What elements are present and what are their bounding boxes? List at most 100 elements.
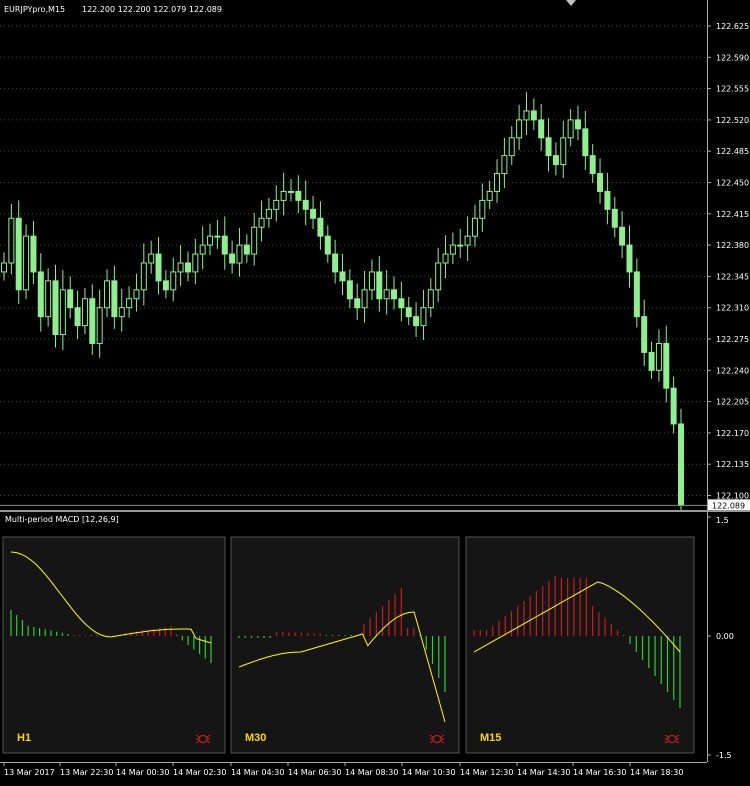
macd-panel-label: M30 <box>245 732 266 744</box>
candle-body <box>111 280 118 318</box>
candle-body <box>494 173 501 192</box>
candle-body <box>324 235 331 255</box>
price-tick-label: 122.345 <box>716 272 749 281</box>
candle-body <box>155 253 162 282</box>
candle-body <box>229 253 236 264</box>
chart-ohlc-values: 122.200 122.200 122.079 122.089 <box>82 5 222 14</box>
candle-body <box>310 208 317 219</box>
macd-indicator-window[interactable]: Multi-period MACD [12,26,9] 1.5 0.00 -1.5 H1… <box>0 512 750 762</box>
candle-body <box>442 253 449 264</box>
candle-body <box>287 190 294 193</box>
candle-body <box>258 217 265 228</box>
candle-body <box>486 190 493 201</box>
candle-body <box>604 190 611 210</box>
candle-body <box>611 208 618 228</box>
candle-body <box>361 289 368 309</box>
macd-panel-frame <box>2 536 226 754</box>
price-tick-label: 122.170 <box>716 429 749 438</box>
candle-body <box>89 298 96 344</box>
candle-body <box>15 217 22 291</box>
macd-panel-label: H1 <box>17 732 31 744</box>
candle-body <box>251 226 258 255</box>
time-tick-label: 14 Mar 02:30 <box>173 768 226 777</box>
macd-panel-label: M15 <box>480 732 501 744</box>
candle-body <box>184 262 191 273</box>
candle-body <box>413 316 420 327</box>
price-tick-label: 122.100 <box>716 492 749 501</box>
candle-body <box>302 199 309 210</box>
candle-body <box>23 235 30 291</box>
current-price-label: 122.089 <box>712 501 745 510</box>
candle-body <box>391 289 398 300</box>
time-axis: 13 Mar 2017 13 Mar 22:30 14 Mar 00:30 14 Ma… <box>0 762 750 781</box>
price-tick-label: 122.485 <box>716 147 749 156</box>
price-tick-label: 122.205 <box>716 398 749 407</box>
price-tick-label: 122.590 <box>716 53 749 62</box>
time-tick-label: 14 Mar 06:30 <box>288 768 341 777</box>
price-tick-label: 122.415 <box>716 210 749 219</box>
candle-body <box>354 298 361 309</box>
macd-panel-m15: M15 <box>465 536 695 754</box>
price-chart[interactable]: 122.625 122.590 122.555 122.520 122.485 122.4… <box>0 0 750 532</box>
candle-body <box>236 244 243 264</box>
indicator-tick-label: -1.5 <box>716 751 732 760</box>
candle-body <box>663 342 670 389</box>
candle-body <box>177 262 184 273</box>
candle-body <box>545 137 552 157</box>
time-tick-label: 14 Mar 00:30 <box>116 768 169 777</box>
time-tick-label: 14 Mar 10:30 <box>402 768 455 777</box>
candle-body <box>398 298 405 309</box>
price-tick-label: 122.555 <box>716 85 749 94</box>
time-tick-label: 14 Mar 14:30 <box>517 768 570 777</box>
indicator-tick-label: 0.00 <box>716 632 734 641</box>
candle-body <box>339 271 346 282</box>
candle-body <box>383 289 390 300</box>
candle-body <box>133 289 140 300</box>
candle-body <box>670 387 677 425</box>
candle-body <box>1 262 7 273</box>
candle-body <box>170 271 177 291</box>
candle-body <box>295 190 302 201</box>
candle-body <box>376 271 383 300</box>
time-tick-label: 13 Mar 2017 <box>4 768 55 777</box>
indicator-tick-label: 1.5 <box>716 516 729 525</box>
candle-body <box>560 137 567 166</box>
price-tick-label: 122.135 <box>716 460 749 469</box>
time-axis-canvas: 13 Mar 2017 13 Mar 22:30 14 Mar 00:30 14 Ma… <box>0 762 707 777</box>
candle-body <box>214 235 221 238</box>
price-tick-label: 122.450 <box>716 179 749 188</box>
candle-body <box>508 137 515 157</box>
candle-body <box>405 307 412 318</box>
chart-symbol-title: EURJPYpro,M15 <box>4 5 65 14</box>
candle-body <box>118 307 125 318</box>
macd-panel-m30: M30 <box>230 536 460 754</box>
price-tick-label: 122.520 <box>716 116 749 125</box>
candle-body <box>148 253 155 264</box>
candle-body <box>37 271 44 318</box>
candle-body <box>589 155 596 175</box>
macd-panel-h1: H1 <box>2 536 226 754</box>
time-tick-label: 14 Mar 16:30 <box>573 768 626 777</box>
candle-body <box>96 307 103 344</box>
candle-body <box>45 280 52 318</box>
price-chart-canvas: 122.625 122.590 122.555 122.520 122.485 122.4… <box>0 0 750 532</box>
macd-indicator-canvas: Multi-period MACD [12,26,9] 1.5 0.00 -1.5 H1… <box>2 512 734 762</box>
candle-body <box>538 119 545 139</box>
candle-body <box>530 110 537 121</box>
candle-body <box>582 128 589 157</box>
candle-body <box>162 280 169 291</box>
candle-body <box>368 271 375 291</box>
candle-body <box>641 316 648 353</box>
candle-body <box>221 235 228 255</box>
candle-body <box>126 298 133 309</box>
macd-panel-frame <box>465 536 695 754</box>
price-tick-label: 122.275 <box>716 335 749 344</box>
candle-body <box>648 351 655 371</box>
macd-panel-frame <box>230 536 460 754</box>
candle-body <box>59 289 66 336</box>
price-tick-label: 122.380 <box>716 241 749 250</box>
candle-body <box>501 155 508 175</box>
candle-body <box>265 208 272 219</box>
candle-body <box>516 119 523 139</box>
candle-body <box>280 190 287 201</box>
